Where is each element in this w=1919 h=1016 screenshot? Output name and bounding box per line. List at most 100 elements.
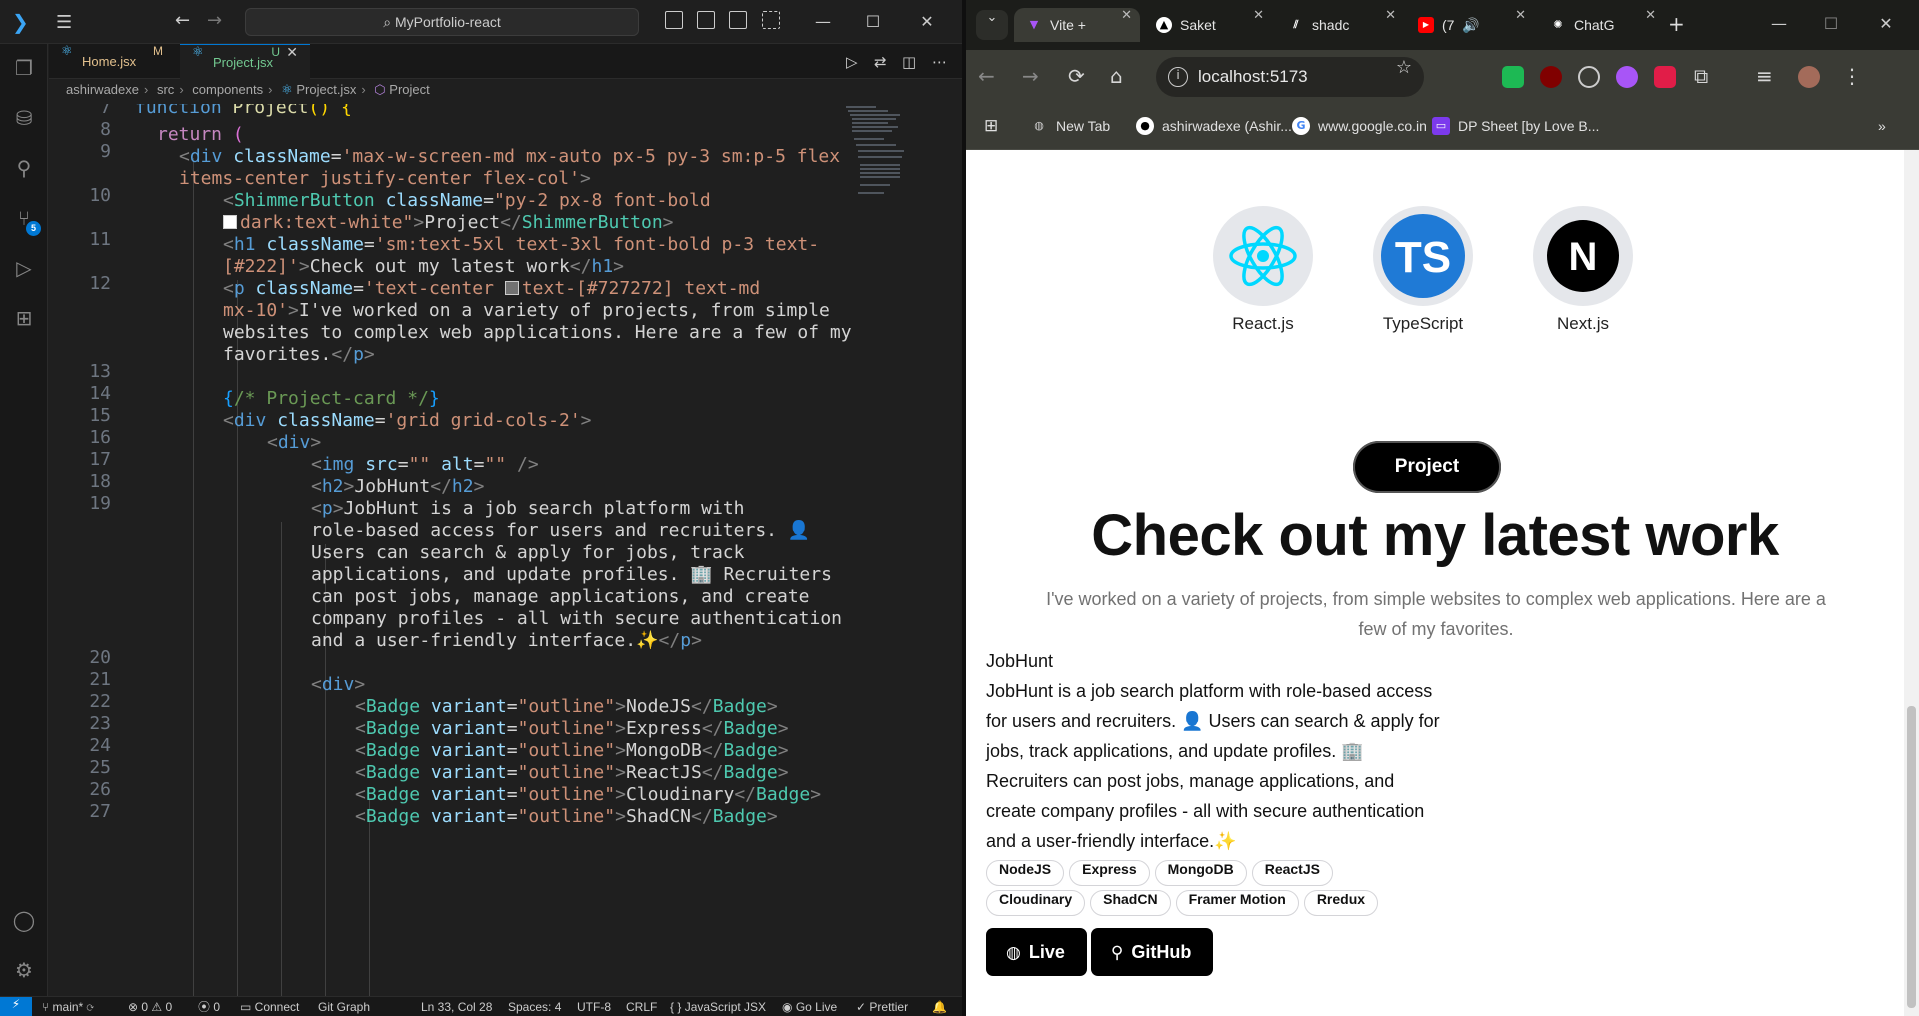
extension-color-icon[interactable] bbox=[1616, 66, 1638, 88]
error-count: 0 bbox=[141, 1000, 149, 1014]
more-bookmarks-chevron-icon[interactable]: » bbox=[1878, 106, 1886, 146]
breadcrumb-item[interactable]: ashirwadexe bbox=[66, 82, 139, 97]
tech-badge: Cloudinary bbox=[986, 890, 1086, 916]
media-controls-icon[interactable]: ≡ bbox=[1756, 64, 1773, 88]
new-tab-plus-icon[interactable]: + bbox=[1668, 12, 1685, 36]
extension-red-icon[interactable] bbox=[1654, 66, 1676, 88]
close-tab-icon[interactable]: ✕ bbox=[1253, 8, 1264, 23]
bookmark-google[interactable]: Gwww.google.co.in bbox=[1292, 106, 1427, 146]
browser-tab-youtube[interactable]: ▶ (7 🔊 ✕ bbox=[1406, 8, 1534, 42]
explorer-icon[interactable]: ❐ bbox=[12, 56, 36, 80]
ports-indicator[interactable]: ⦿ 0 bbox=[198, 997, 220, 1016]
run-debug-icon[interactable]: ▷ bbox=[12, 256, 36, 280]
tab-search-chevron-icon[interactable]: ⌄ bbox=[976, 10, 1008, 40]
tab-project-jsx[interactable]: ⚛ Project.jsx U ✕ bbox=[180, 44, 310, 79]
reload-icon[interactable]: ⟳ bbox=[1068, 64, 1085, 88]
extensions-icon[interactable]: ⊞ bbox=[12, 306, 36, 330]
audio-playing-icon[interactable]: 🔊 bbox=[1462, 17, 1479, 33]
close-window-icon[interactable]: ✕ bbox=[912, 8, 942, 36]
extension-icon[interactable] bbox=[1502, 66, 1524, 88]
line-number: 11 bbox=[89, 229, 111, 250]
remote-indicator-icon[interactable]: ⚡ bbox=[0, 997, 32, 1016]
compare-changes-icon[interactable]: ⇄ bbox=[874, 53, 887, 71]
run-code-icon[interactable]: ▷ bbox=[846, 53, 858, 71]
ublock-icon[interactable] bbox=[1540, 66, 1562, 88]
toggle-primary-sidebar-icon[interactable] bbox=[665, 11, 683, 29]
cursor-position[interactable]: Ln 33, Col 28 bbox=[421, 997, 492, 1016]
page-scrollbar[interactable] bbox=[1904, 150, 1919, 1016]
extension-target-icon[interactable] bbox=[1578, 66, 1600, 88]
bookmark-dp-sheet[interactable]: ▭ DP Sheet [by Love B... bbox=[1432, 106, 1599, 146]
breadcrumb-item[interactable]: src bbox=[157, 82, 174, 97]
notifications-bell-icon[interactable]: 🔔 bbox=[932, 997, 947, 1016]
command-center-search[interactable]: ⌕ MyPortfolio-react bbox=[245, 8, 639, 36]
problems-indicator[interactable]: ⊗ 0 ⚠ 0 bbox=[128, 997, 172, 1016]
back-arrow-icon[interactable]: ← bbox=[175, 10, 190, 31]
toggle-secondary-sidebar-icon[interactable] bbox=[729, 11, 747, 29]
code-editor[interactable]: 7 8 9 10 11 12 13 14 15 16 17 18 19 20 21 22 23 24 25 26 27 … bbox=[49, 104, 962, 996]
minimize-icon[interactable]: — bbox=[1764, 10, 1794, 38]
browser-tab-vite[interactable]: ▼ Vite + ✕ bbox=[1014, 8, 1140, 42]
address-bar[interactable]: i localhost:5173 ☆ bbox=[1156, 57, 1424, 97]
bookmark-new-tab[interactable]: ◍ New Tab bbox=[1030, 106, 1110, 146]
live-button[interactable]: ◍ Live bbox=[986, 928, 1087, 976]
home-icon[interactable]: ⌂ bbox=[1110, 64, 1123, 88]
bookmark-github[interactable]: ● ashirwadexe (Ashir... bbox=[1136, 106, 1292, 146]
close-tab-icon[interactable]: ✕ bbox=[286, 45, 298, 61]
close-tab-icon[interactable]: ✕ bbox=[1515, 8, 1526, 23]
back-arrow-icon[interactable]: ← bbox=[978, 64, 995, 88]
minimize-icon[interactable]: — bbox=[808, 8, 838, 36]
browser-tab-saket[interactable]: ▲ Saket ✕ bbox=[1144, 8, 1272, 42]
bookmark-star-icon[interactable]: ☆ bbox=[1396, 57, 1412, 78]
settings-gear-icon[interactable]: ⚙ bbox=[12, 958, 36, 982]
extensions-puzzle-icon[interactable]: ⧉ bbox=[1694, 64, 1708, 88]
site-info-icon[interactable]: i bbox=[1168, 67, 1188, 87]
project-shimmer-button[interactable]: Project bbox=[1353, 441, 1501, 493]
end-of-line[interactable]: CRLF bbox=[626, 997, 657, 1016]
vscode-window: ❯ ☰ ← → ⌕ MyPortfolio-react — ☐ ✕ ❐ ⛁ ⚲ … bbox=[0, 0, 962, 1016]
menu-icon[interactable]: ☰ bbox=[56, 12, 78, 33]
forward-arrow-icon[interactable]: → bbox=[1022, 64, 1039, 88]
connect-button[interactable]: ▭ Connect bbox=[240, 997, 299, 1016]
source-control-badge: 5 bbox=[26, 221, 41, 236]
close-tab-icon[interactable]: ✕ bbox=[1385, 8, 1396, 23]
breadcrumb-item[interactable]: Project.jsx bbox=[296, 82, 356, 97]
language-mode[interactable]: { } JavaScript JSX bbox=[670, 997, 766, 1016]
tech-badge: Rredux bbox=[1303, 890, 1379, 916]
maximize-icon[interactable]: ☐ bbox=[1816, 10, 1846, 38]
bookmarks-bar: ⊞ ◍ New Tab ● ashirwadexe (Ashir... Gwww.g… bbox=[966, 106, 1919, 150]
minimap[interactable] bbox=[844, 104, 904, 214]
customize-layout-icon[interactable] bbox=[762, 11, 780, 29]
close-window-icon[interactable]: ✕ bbox=[1871, 10, 1901, 38]
forward-arrow-icon[interactable]: → bbox=[207, 10, 222, 31]
scrollbar-thumb[interactable] bbox=[1907, 706, 1916, 1008]
breadcrumb-item[interactable]: components bbox=[192, 82, 263, 97]
line-number: 10 bbox=[89, 185, 111, 206]
more-actions-icon[interactable]: ⋯ bbox=[932, 53, 947, 71]
database-icon[interactable]: ⛁ bbox=[12, 106, 36, 130]
indentation[interactable]: Spaces: 4 bbox=[508, 997, 561, 1016]
vercel-icon: ▲ bbox=[1156, 17, 1172, 33]
breadcrumb-item[interactable]: Project bbox=[389, 82, 429, 97]
browser-tab-chatgpt[interactable]: ✺ ChatG ✕ bbox=[1538, 8, 1664, 42]
go-live-button[interactable]: ◉ Go Live bbox=[782, 997, 837, 1016]
prettier-button[interactable]: ✓ Prettier bbox=[856, 997, 908, 1016]
branch-indicator[interactable]: ⑂ main* ⟳ bbox=[42, 997, 94, 1016]
tab-home-jsx[interactable]: ⚛ Home.jsx M bbox=[49, 44, 179, 79]
github-button[interactable]: ⚲ GitHub bbox=[1090, 928, 1214, 976]
toggle-panel-icon[interactable] bbox=[697, 11, 715, 29]
close-tab-icon[interactable]: ✕ bbox=[1645, 8, 1656, 23]
apps-grid-icon[interactable]: ⊞ bbox=[984, 106, 998, 146]
search-icon[interactable]: ⚲ bbox=[12, 156, 36, 180]
browser-tab-shadcn[interactable]: ⫽ shadc ✕ bbox=[1276, 8, 1404, 42]
tech-badge: Framer Motion bbox=[1175, 890, 1299, 916]
browser-menu-icon[interactable]: ⋮ bbox=[1842, 64, 1862, 88]
git-graph-button[interactable]: Git Graph bbox=[318, 997, 370, 1016]
split-editor-icon[interactable]: ◫ bbox=[902, 53, 916, 71]
profile-avatar[interactable] bbox=[1798, 66, 1820, 88]
section-title: Check out my latest work bbox=[1091, 503, 1779, 568]
encoding[interactable]: UTF-8 bbox=[577, 997, 611, 1016]
close-tab-icon[interactable]: ✕ bbox=[1121, 8, 1132, 23]
accounts-icon[interactable]: ◯ bbox=[12, 908, 36, 932]
maximize-icon[interactable]: ☐ bbox=[858, 8, 888, 36]
